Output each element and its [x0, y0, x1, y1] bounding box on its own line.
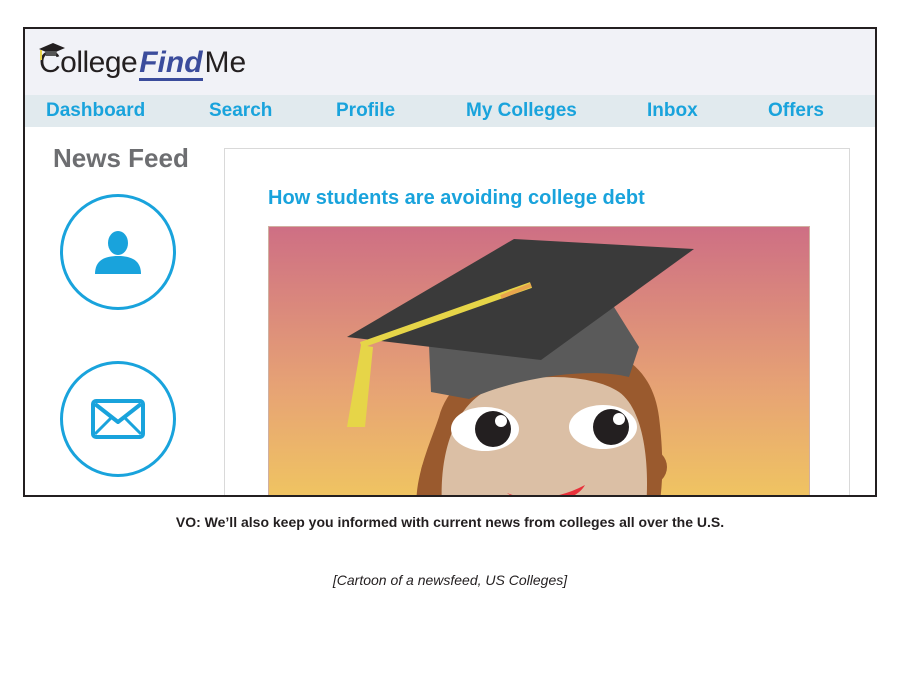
graduate-cartoon-image — [269, 227, 809, 495]
logo[interactable]: College Find Me — [39, 41, 246, 85]
logo-text-find: Find — [139, 46, 203, 81]
user-icon — [95, 231, 141, 274]
inbox-button[interactable] — [60, 361, 176, 477]
nav-offers[interactable]: Offers — [768, 100, 824, 122]
page-title: News Feed — [53, 143, 189, 173]
logo-text-me: Me — [204, 46, 247, 79]
voiceover-caption: VO: We’ll also keep you informed with cu… — [175, 514, 725, 530]
nav-my-colleges[interactable]: My Colleges — [466, 100, 577, 122]
nav-search[interactable]: Search — [209, 100, 272, 122]
app-window: College Find Me Dashboard Search Profile… — [23, 27, 877, 497]
news-card[interactable]: How students are avoiding college debt — [224, 148, 850, 495]
nav-profile[interactable]: Profile — [336, 100, 395, 122]
article-image[interactable] — [268, 226, 810, 495]
profile-button[interactable] — [60, 194, 176, 310]
main-content: News Feed How students are avoiding coll… — [25, 127, 875, 495]
nav-bar: Dashboard Search Profile My Colleges Inb… — [25, 95, 875, 127]
nav-dashboard[interactable]: Dashboard — [46, 100, 145, 122]
scene-note: [Cartoon of a newsfeed, US Colleges] — [332, 572, 568, 588]
envelope-icon — [91, 399, 145, 439]
header-bar: College Find Me — [25, 29, 875, 95]
article-title[interactable]: How students are avoiding college debt — [268, 187, 645, 210]
nav-inbox[interactable]: Inbox — [647, 100, 698, 122]
graduation-cap-icon — [39, 43, 65, 60]
